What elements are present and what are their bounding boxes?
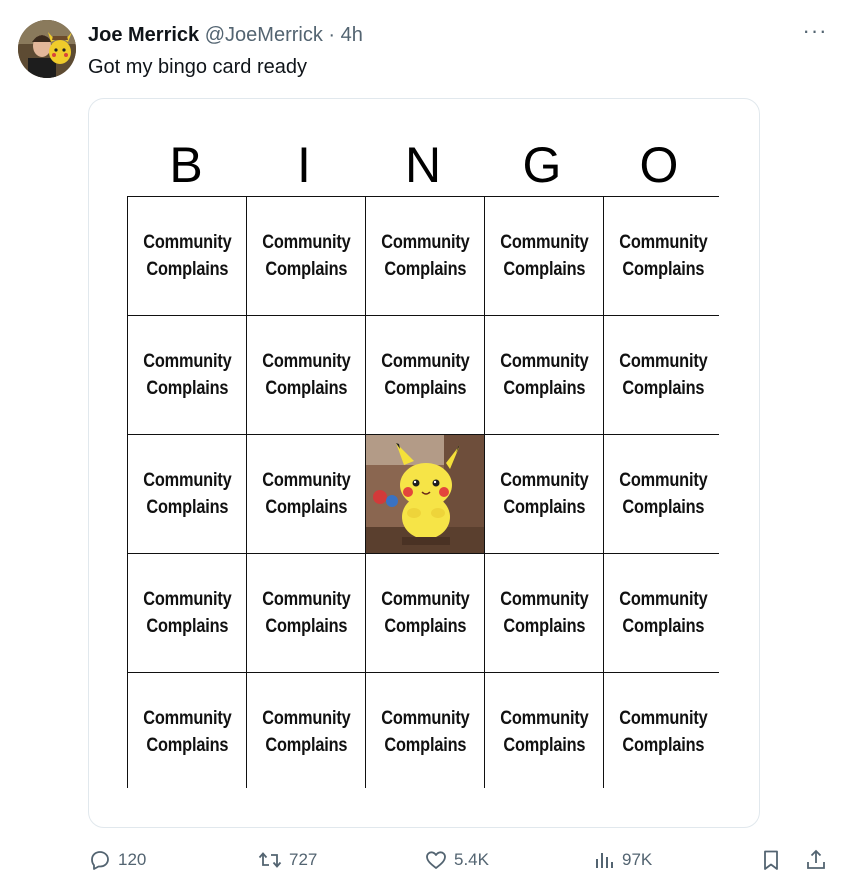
tweet-text: Got my bingo card ready bbox=[88, 56, 307, 78]
like-button[interactable]: 5.4K bbox=[424, 840, 489, 880]
bingo-letter-i: I bbox=[297, 137, 311, 193]
retweet-button[interactable]: 727 bbox=[257, 840, 317, 880]
cell-text: Community Complains bbox=[142, 351, 232, 399]
author-handle[interactable]: @JoeMerrick bbox=[205, 24, 323, 46]
view-count: 97K bbox=[622, 850, 653, 869]
bingo-letter-g: G bbox=[522, 137, 562, 193]
bingo-cell: Community Complains bbox=[604, 673, 722, 791]
bingo-cell: Community Complains bbox=[128, 197, 246, 315]
cell-text: Community Complains bbox=[499, 708, 589, 756]
cell-text: Community Complains bbox=[618, 470, 708, 518]
reply-count: 120 bbox=[118, 850, 147, 869]
bingo-cell: Community Complains bbox=[366, 673, 484, 791]
pikachu-plush-icon bbox=[366, 435, 484, 553]
bingo-cell: Community Complains bbox=[485, 316, 603, 434]
cell-text: Community Complains bbox=[618, 232, 708, 280]
cell-text: Community Complains bbox=[261, 708, 351, 756]
cell-text: Community Complains bbox=[618, 589, 708, 637]
bookmark-icon bbox=[764, 850, 778, 870]
like-count: 5.4K bbox=[454, 850, 489, 869]
bingo-cell: Community Complains bbox=[128, 673, 246, 791]
cell-text: Community Complains bbox=[261, 351, 351, 399]
tweet-header: Joe Merrick @JoeMerrick · 4h bbox=[88, 22, 363, 48]
cell-text: Community Complains bbox=[261, 589, 351, 637]
bingo-cell: Community Complains bbox=[247, 435, 365, 553]
cell-text: Community Complains bbox=[142, 708, 232, 756]
cell-text: Community Complains bbox=[499, 470, 589, 518]
bingo-cell: Community Complains bbox=[604, 435, 722, 553]
cell-text: Community Complains bbox=[380, 351, 470, 399]
share-button[interactable] bbox=[804, 840, 828, 880]
analytics-icon bbox=[596, 853, 613, 868]
bingo-letter-b: B bbox=[169, 137, 203, 193]
bingo-free-cell-pikachu-image bbox=[366, 435, 484, 553]
timestamp[interactable]: 4h bbox=[341, 24, 363, 46]
bingo-cell: Community Complains bbox=[604, 197, 722, 315]
bingo-letter-n: N bbox=[404, 137, 442, 193]
bingo-cell: Community Complains bbox=[485, 673, 603, 791]
cell-text: Community Complains bbox=[380, 708, 470, 756]
retweet-count: 727 bbox=[289, 850, 318, 869]
cell-text: Community Complains bbox=[142, 232, 232, 280]
bingo-cell: Community Complains bbox=[247, 554, 365, 672]
reply-button[interactable]: 120 bbox=[88, 840, 146, 880]
bingo-cell: Community Complains bbox=[128, 435, 246, 553]
cell-text: Community Complains bbox=[499, 351, 589, 399]
retweet-icon bbox=[258, 852, 282, 868]
cell-text: Community Complains bbox=[618, 708, 708, 756]
views-button[interactable]: 97K bbox=[592, 840, 652, 880]
avatar[interactable] bbox=[18, 20, 76, 78]
share-icon bbox=[807, 849, 825, 869]
cell-text: Community Complains bbox=[261, 232, 351, 280]
cell-text: Community Complains bbox=[142, 589, 232, 637]
cell-text: Community Complains bbox=[499, 232, 589, 280]
cell-text: Community Complains bbox=[499, 589, 589, 637]
bingo-cell: Community Complains bbox=[128, 554, 246, 672]
bingo-cell: Community Complains bbox=[366, 316, 484, 434]
tweet: Joe Merrick @JoeMerrick · 4h ··· Got my … bbox=[0, 0, 863, 895]
bingo-grid: Community Complains Community Complains … bbox=[127, 196, 722, 791]
bingo-cell: Community Complains bbox=[247, 197, 365, 315]
bingo-cell: Community Complains bbox=[247, 316, 365, 434]
cell-text: Community Complains bbox=[618, 351, 708, 399]
tweet-media-image[interactable]: B I N G O Community Complains Community … bbox=[88, 98, 760, 828]
bingo-cell: Community Complains bbox=[366, 197, 484, 315]
cell-text: Community Complains bbox=[261, 470, 351, 518]
tweet-actions: 120 727 5.4K 97K bbox=[0, 840, 863, 880]
bingo-cell: Community Complains bbox=[604, 316, 722, 434]
heart-icon bbox=[426, 851, 446, 869]
bingo-header: B I N G O bbox=[89, 99, 759, 199]
cell-text: Community Complains bbox=[380, 232, 470, 280]
separator: · bbox=[328, 24, 336, 46]
bingo-cell: Community Complains bbox=[604, 554, 722, 672]
bingo-cell: Community Complains bbox=[485, 554, 603, 672]
bingo-cell: Community Complains bbox=[485, 197, 603, 315]
cell-text: Community Complains bbox=[380, 589, 470, 637]
cell-text: Community Complains bbox=[142, 470, 232, 518]
bookmark-button[interactable] bbox=[759, 840, 783, 880]
reply-icon bbox=[91, 851, 109, 870]
author-name[interactable]: Joe Merrick bbox=[88, 24, 199, 46]
bingo-cell: Community Complains bbox=[128, 316, 246, 434]
bingo-letter-o: O bbox=[639, 137, 679, 193]
bingo-cell: Community Complains bbox=[485, 435, 603, 553]
more-options-icon[interactable]: ··· bbox=[800, 20, 830, 48]
bingo-cell: Community Complains bbox=[366, 554, 484, 672]
bingo-cell: Community Complains bbox=[247, 673, 365, 791]
